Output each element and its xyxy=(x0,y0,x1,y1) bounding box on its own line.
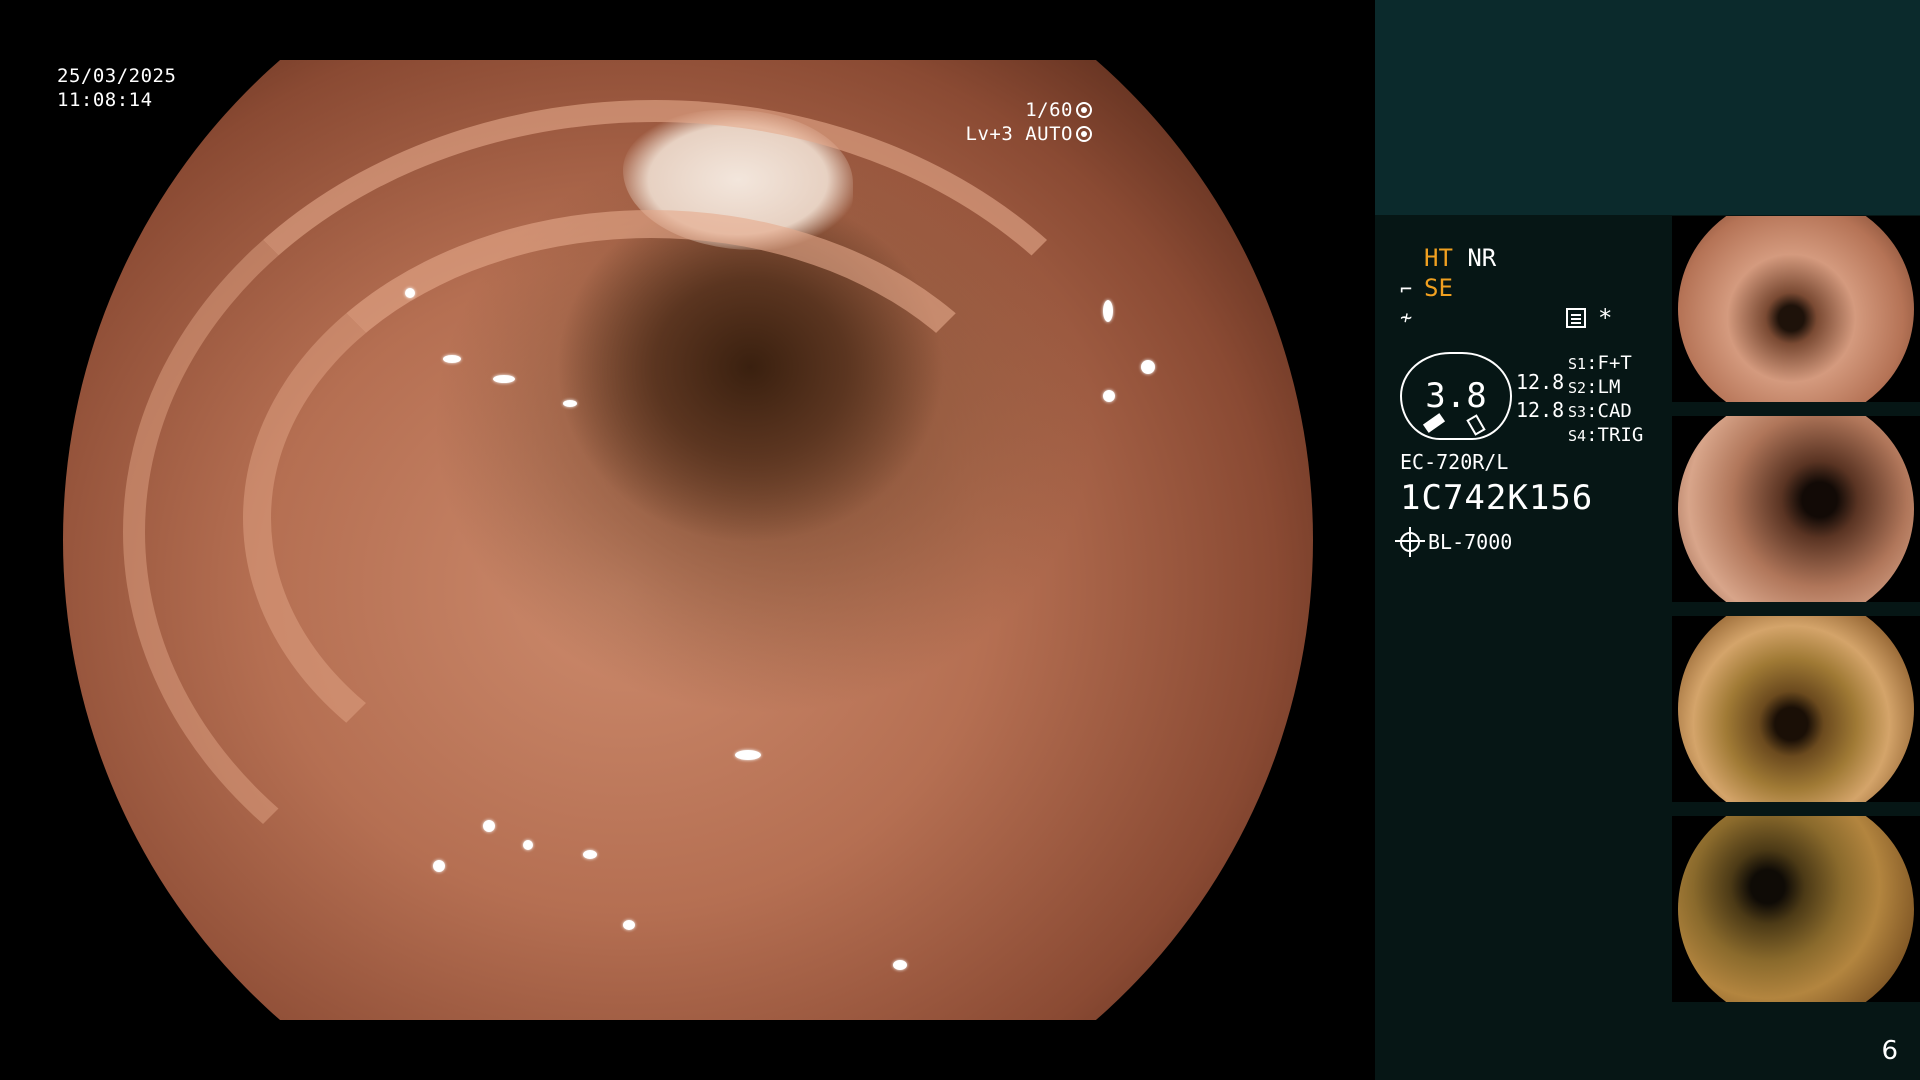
scope-model-text: EC-720R/L xyxy=(1400,450,1509,474)
gauge-marker-left xyxy=(1422,413,1446,433)
page-number: 6 xyxy=(1881,1036,1898,1066)
thumbnail-3[interactable] xyxy=(1672,616,1920,802)
shutter-icon xyxy=(1076,102,1092,118)
processor-info: HT NR ⌐ SE ≁ * 3.8 12.8 12.8 S1:F+T S2:LM… xyxy=(1395,240,1660,570)
date-text: 25/03/2025 xyxy=(57,65,177,87)
slot-id: S1 xyxy=(1568,355,1587,373)
light-source-icon xyxy=(1395,527,1425,557)
specular-highlight xyxy=(1103,300,1113,322)
thumbnail-image xyxy=(1678,416,1914,602)
specular-highlight xyxy=(583,850,597,859)
time-text: 11:08:14 xyxy=(57,89,153,111)
iris-mode-text: Lv+3 AUTO xyxy=(965,123,1073,145)
slot-id: S2 xyxy=(1568,379,1587,397)
slot-value: CAD xyxy=(1597,400,1632,422)
gauge-bottom-value: 12.8 xyxy=(1516,398,1565,422)
slot-row-2: S2:LM xyxy=(1568,376,1621,398)
thumbnail-2[interactable] xyxy=(1672,416,1920,602)
specular-highlight xyxy=(443,355,461,363)
thumbnail-image xyxy=(1678,616,1914,802)
exposure-display: 1/60 Lv+3 AUTO xyxy=(966,98,1092,146)
slot-row-4: S4:TRIG xyxy=(1568,424,1644,446)
slot-id: S4 xyxy=(1568,427,1587,445)
date-time-display: 25/03/2025 11:08:14 xyxy=(57,64,176,112)
mode-se-label: SE xyxy=(1424,274,1453,302)
specular-highlight xyxy=(623,920,635,930)
slot-value: F+T xyxy=(1597,352,1632,374)
light-source-row: BL-7000 xyxy=(1395,527,1513,557)
mode-nr-label: NR xyxy=(1467,244,1497,272)
gauge-marker-right xyxy=(1466,414,1486,436)
shutter-speed-text: 1/60 xyxy=(1025,99,1073,121)
gauge-value: 3.8 xyxy=(1425,376,1487,416)
settings-list-icon xyxy=(1566,308,1586,328)
star-icon: * xyxy=(1598,304,1613,332)
thumbnail-image xyxy=(1678,216,1914,402)
specular-highlight xyxy=(563,400,577,407)
mode-ht-label: HT xyxy=(1424,244,1453,272)
mucosal-fold-outer xyxy=(123,100,1187,964)
scope-serial-text: 1C742K156 xyxy=(1400,478,1594,518)
specular-highlight xyxy=(493,375,515,383)
specular-highlight xyxy=(893,960,907,970)
top-panel xyxy=(1375,0,1920,215)
enhancement-icon: ⌐ xyxy=(1400,277,1413,301)
specular-highlight xyxy=(405,288,415,298)
thumbnail-1[interactable] xyxy=(1672,216,1920,402)
specular-highlight xyxy=(433,860,445,872)
scope-gauge: 3.8 xyxy=(1400,352,1512,440)
specular-highlight xyxy=(483,820,495,832)
slot-row-3: S3:CAD xyxy=(1568,400,1632,422)
specular-highlight xyxy=(735,750,761,760)
slot-row-1: S1:F+T xyxy=(1568,352,1632,374)
slot-value: TRIG xyxy=(1597,424,1644,446)
specular-highlight xyxy=(1141,360,1155,374)
slot-value: LM xyxy=(1597,376,1621,398)
thumbnail-4[interactable] xyxy=(1672,816,1920,1002)
thumbnail-image xyxy=(1678,816,1914,1002)
specular-highlight xyxy=(523,840,533,850)
endoscopy-main-image xyxy=(63,60,1313,1020)
structure-icon: ≁ xyxy=(1400,305,1413,329)
gauge-top-value: 12.8 xyxy=(1516,370,1565,394)
light-source-text: BL-7000 xyxy=(1428,530,1513,554)
slot-id: S3 xyxy=(1568,403,1587,421)
iris-icon xyxy=(1076,126,1092,142)
specular-highlight xyxy=(1103,390,1115,402)
